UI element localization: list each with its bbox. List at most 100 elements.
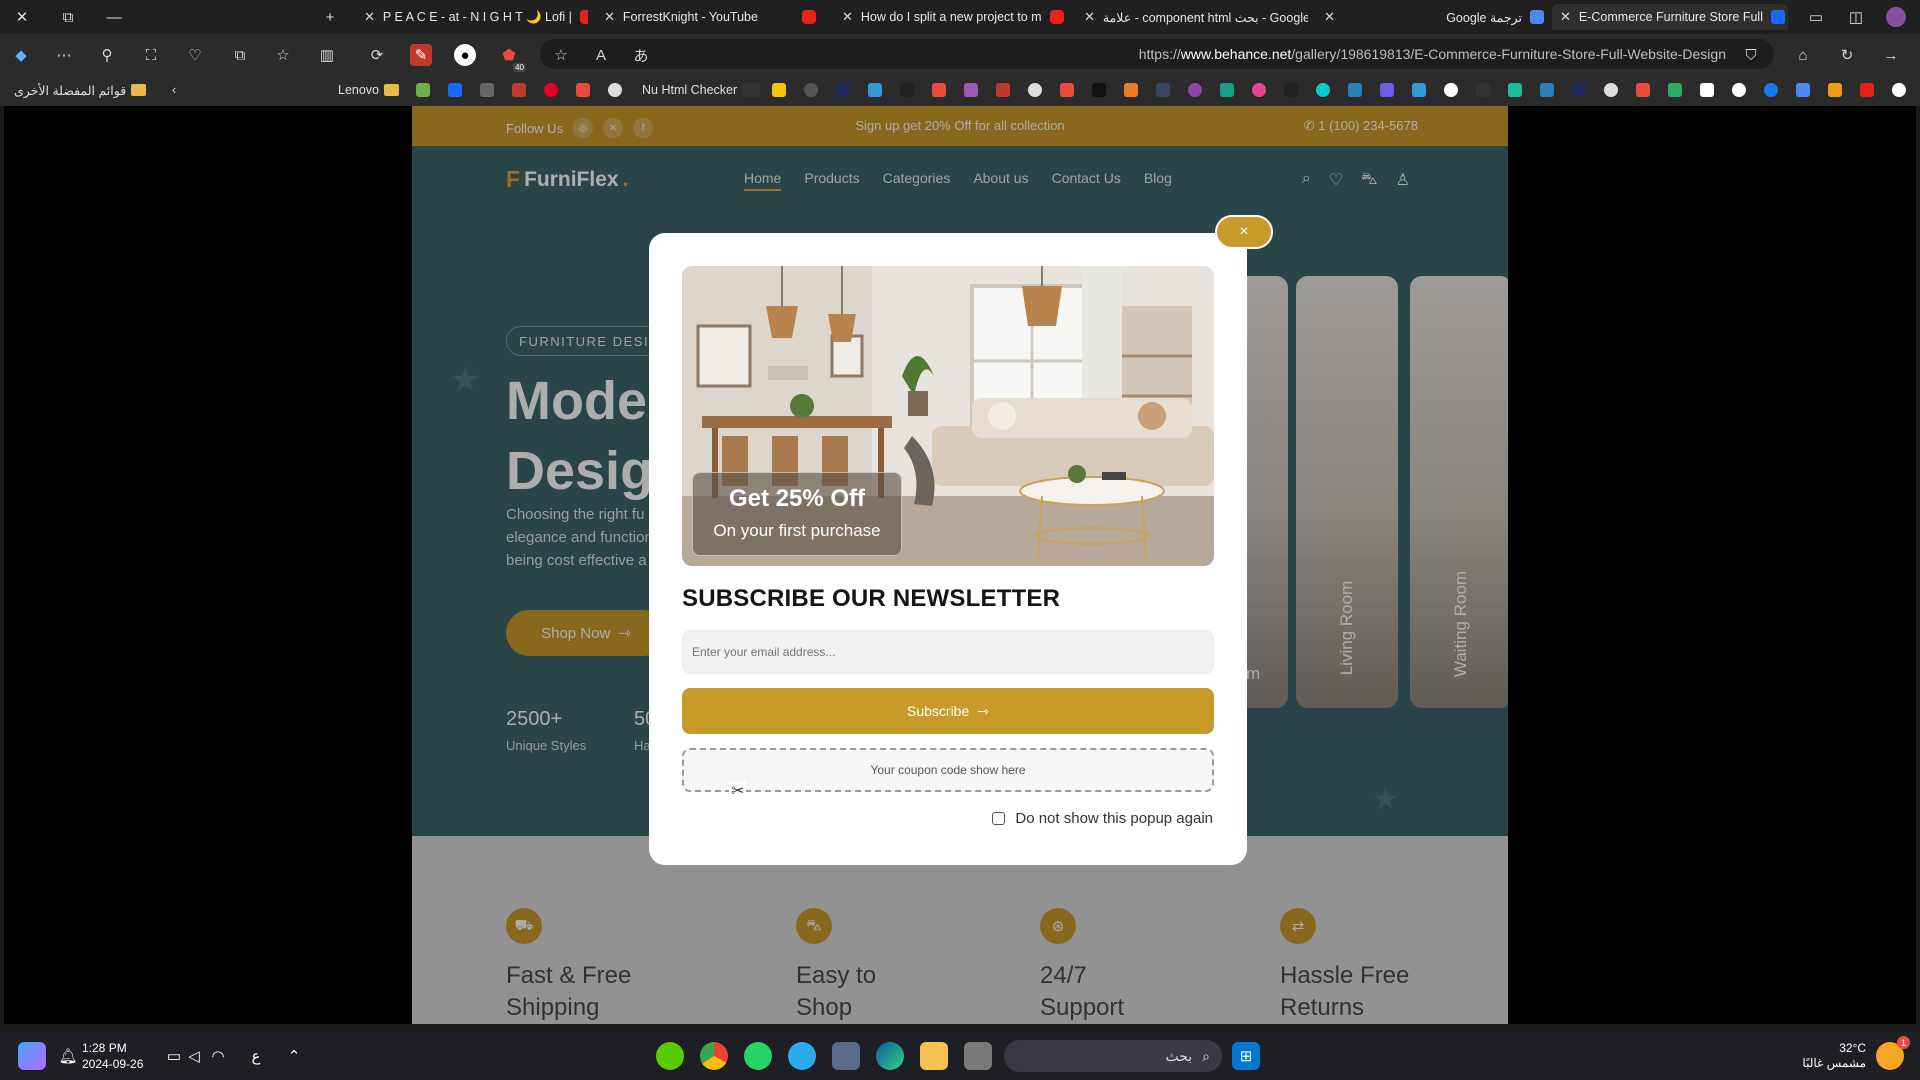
wifi-icon[interactable]: ◠ (204, 1042, 232, 1070)
bookmark-item[interactable] (512, 81, 526, 99)
bookmark-item[interactable] (772, 81, 786, 99)
bookmark-item[interactable] (608, 81, 622, 99)
file-explorer-icon[interactable] (920, 1042, 948, 1070)
bookmark-item[interactable] (1380, 81, 1394, 99)
show-hidden-icons-icon[interactable]: ⌃ (280, 1042, 308, 1070)
bookmark-item[interactable] (1316, 81, 1330, 99)
google-bookmark[interactable] (1732, 81, 1746, 99)
bookmark-item[interactable] (996, 81, 1010, 99)
translate-bookmark[interactable] (1796, 81, 1810, 99)
widgets-icon[interactable] (18, 1042, 46, 1070)
bookmark-item[interactable] (1540, 81, 1554, 99)
duolingo-icon[interactable] (656, 1042, 684, 1070)
bookmark-item[interactable] (1348, 81, 1362, 99)
dont-show-again[interactable]: Do not show this popup again (992, 810, 1213, 827)
bookmark-item[interactable] (416, 81, 430, 99)
close-tab-icon[interactable]: ✕ (842, 9, 853, 25)
youtube-bookmark[interactable] (1860, 81, 1874, 99)
bookmark-item[interactable] (1572, 81, 1586, 99)
other-favorites-folder[interactable]: قوائم المفضلة الأخرى (14, 81, 147, 99)
coupon-code-box[interactable]: Your coupon code show here (682, 748, 1214, 792)
nu-html-checker-bookmark[interactable]: Nu Html Checker (642, 81, 761, 99)
collections-icon[interactable]: ⧉ (229, 44, 251, 66)
extensions-icon[interactable]: ⚲ (96, 44, 118, 66)
bookmark-item[interactable] (1412, 81, 1426, 99)
bookmark-item[interactable] (900, 81, 914, 99)
bookmark-item[interactable] (804, 81, 818, 99)
read-aloud-icon[interactable]: A (590, 44, 612, 66)
shopping-icon[interactable]: ⛉ (1740, 44, 1762, 66)
taskbar-clock[interactable]: 1:28 PM 2024-09-26 (82, 1040, 143, 1072)
telegram-icon[interactable] (788, 1042, 816, 1070)
bookmark-item[interactable] (1028, 81, 1042, 99)
bookmark-item[interactable] (1156, 81, 1170, 99)
refresh-icon[interactable]: ↻ (1836, 44, 1858, 66)
chrome-icon[interactable] (700, 1042, 728, 1070)
bookmark-item[interactable] (1092, 81, 1106, 99)
split-screen-icon[interactable]: ▥ (316, 44, 338, 66)
language-indicator[interactable]: ع (242, 1042, 270, 1070)
pdf-extension-icon[interactable]: ✎ (410, 44, 432, 66)
start-button-icon[interactable]: ⊞ (1232, 1042, 1260, 1070)
bookmark-item[interactable] (448, 81, 462, 99)
weather-widget[interactable]: 32°C مشمس غالبًا (1802, 1041, 1866, 1071)
address-bar[interactable]: https://www.behance.net/gallery/19861981… (540, 39, 1774, 69)
favorites-icon[interactable]: ☆ (272, 44, 294, 66)
notification-bell-icon[interactable]: 🔔︎ (54, 1042, 82, 1070)
email-input[interactable] (682, 630, 1214, 674)
screenshot-icon[interactable]: ⛶ (140, 44, 162, 66)
bookmark-item[interactable] (1124, 81, 1138, 99)
bookmark-item[interactable] (1252, 81, 1266, 99)
bookmark-item[interactable] (836, 81, 850, 99)
tab-google-search[interactable]: ✕ علامة - component html بحث - Google (1076, 4, 1308, 30)
home-icon[interactable]: ⌂ (1792, 44, 1814, 66)
bookmark-item[interactable] (1060, 81, 1074, 99)
taskbar-search[interactable]: بحث ⌕ (1004, 1040, 1222, 1072)
lenovo-folder[interactable]: Lenovo (338, 81, 400, 99)
github-bookmark[interactable] (1892, 81, 1906, 99)
extension-icon[interactable]: ● (454, 44, 476, 66)
bookmark-item[interactable] (480, 81, 494, 99)
close-modal-button[interactable]: × (1215, 215, 1273, 249)
tab-behance-active[interactable]: ✕ E-Commerce Furniture Store Full (1552, 4, 1788, 30)
bookmark-item[interactable] (1220, 81, 1234, 99)
translate-page-icon[interactable]: あ (630, 44, 652, 66)
close-window-icon[interactable]: ✕ (12, 7, 32, 27)
close-tab-icon[interactable]: ✕ (364, 9, 375, 25)
copilot-icon[interactable]: ◆ (10, 44, 32, 66)
ublock-extension-icon[interactable]: ⬟ 40 (498, 44, 526, 72)
profile-avatar-icon[interactable] (1886, 7, 1906, 27)
close-tab-icon[interactable]: ✕ (1324, 9, 1335, 25)
google-bookmark[interactable] (1444, 81, 1458, 99)
close-tab-icon[interactable]: ✕ (1084, 9, 1095, 25)
tab-split-project[interactable]: ✕ How do I split a new project to m (834, 4, 1064, 30)
bookmark-item[interactable] (576, 81, 590, 99)
bookmark-item[interactable] (1668, 81, 1682, 99)
bookmark-item[interactable] (964, 81, 978, 99)
minimize-window-icon[interactable]: — (104, 7, 124, 27)
bookmark-item[interactable] (1604, 81, 1618, 99)
photos-icon[interactable] (832, 1042, 860, 1070)
health-icon[interactable]: ♡ (184, 44, 206, 66)
new-tab-icon[interactable]: + (320, 7, 340, 27)
bookmark-item[interactable] (1700, 81, 1714, 99)
bookmark-item[interactable] (1476, 81, 1490, 99)
tab-actions-icon[interactable]: ▭ (1806, 7, 1826, 27)
workspaces-icon[interactable]: ◫ (1846, 7, 1866, 27)
pinterest-bookmark[interactable] (544, 81, 558, 99)
bookmark-item[interactable] (1636, 81, 1650, 99)
refresh-extension-icon[interactable]: ⟳ (366, 44, 388, 66)
tab-lofi[interactable]: ✕ P E A C E - at - N I G H T 🌙 Lofi | (356, 4, 588, 30)
bookmark-item[interactable] (1828, 81, 1842, 99)
forward-icon[interactable]: → (1880, 44, 1902, 66)
bookmark-item[interactable] (868, 81, 882, 99)
add-favorite-icon[interactable]: ☆ (550, 44, 572, 66)
bookmark-item[interactable] (1508, 81, 1522, 99)
whatsapp-icon[interactable] (744, 1042, 772, 1070)
subscribe-button[interactable]: Subscribe ⇾ (682, 688, 1214, 734)
bookmarks-scroll-left-icon[interactable]: ‹ (172, 81, 176, 99)
task-view-icon[interactable] (964, 1042, 992, 1070)
bookmark-item[interactable] (1188, 81, 1202, 99)
more-options-icon[interactable]: ⋯ (53, 44, 75, 66)
close-tab-icon[interactable]: ✕ (1560, 9, 1571, 25)
